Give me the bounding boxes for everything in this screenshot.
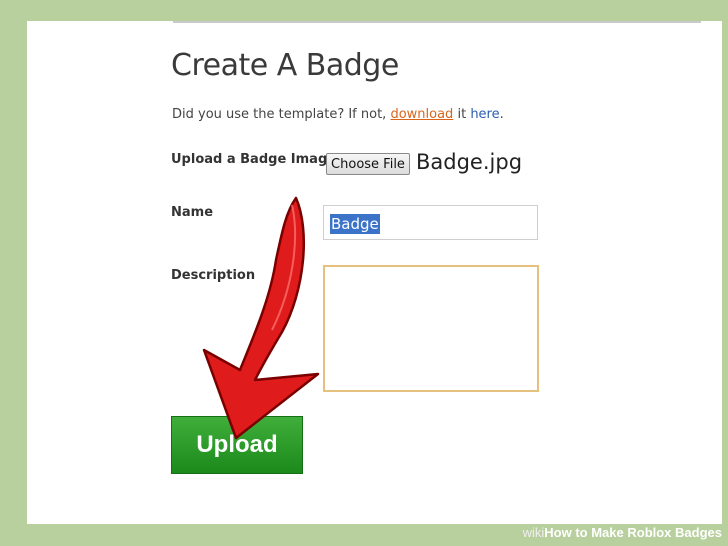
watermark-brand: wiki bbox=[522, 525, 545, 540]
description-textarea[interactable] bbox=[323, 265, 539, 392]
download-link[interactable]: download bbox=[390, 107, 453, 122]
name-input[interactable]: Badge bbox=[323, 205, 538, 240]
template-prefix-text: Did you use the template? If not, bbox=[172, 107, 391, 122]
selected-file-name: Badge.jpg bbox=[416, 150, 523, 174]
screenshot-frame: Create A Badge Did you use the template?… bbox=[27, 21, 722, 524]
upload-image-label: Upload a Badge Image bbox=[171, 152, 337, 167]
name-input-value: Badge bbox=[330, 214, 380, 234]
top-divider bbox=[173, 21, 701, 23]
template-mid-text: it bbox=[453, 107, 471, 122]
page-title: Create A Badge bbox=[171, 48, 399, 83]
wikihow-watermark: wikiHow to Make Roblox Badges bbox=[523, 525, 722, 540]
watermark-text: How to Make Roblox Badges bbox=[544, 525, 722, 540]
here-link[interactable]: here bbox=[470, 107, 499, 122]
name-label: Name bbox=[171, 205, 214, 220]
template-end-text: . bbox=[499, 107, 504, 122]
upload-button[interactable]: Upload bbox=[171, 416, 303, 474]
description-label: Description bbox=[171, 268, 256, 283]
template-notice: Did you use the template? If not, downlo… bbox=[172, 107, 504, 122]
choose-file-button[interactable]: Choose File bbox=[326, 153, 410, 175]
